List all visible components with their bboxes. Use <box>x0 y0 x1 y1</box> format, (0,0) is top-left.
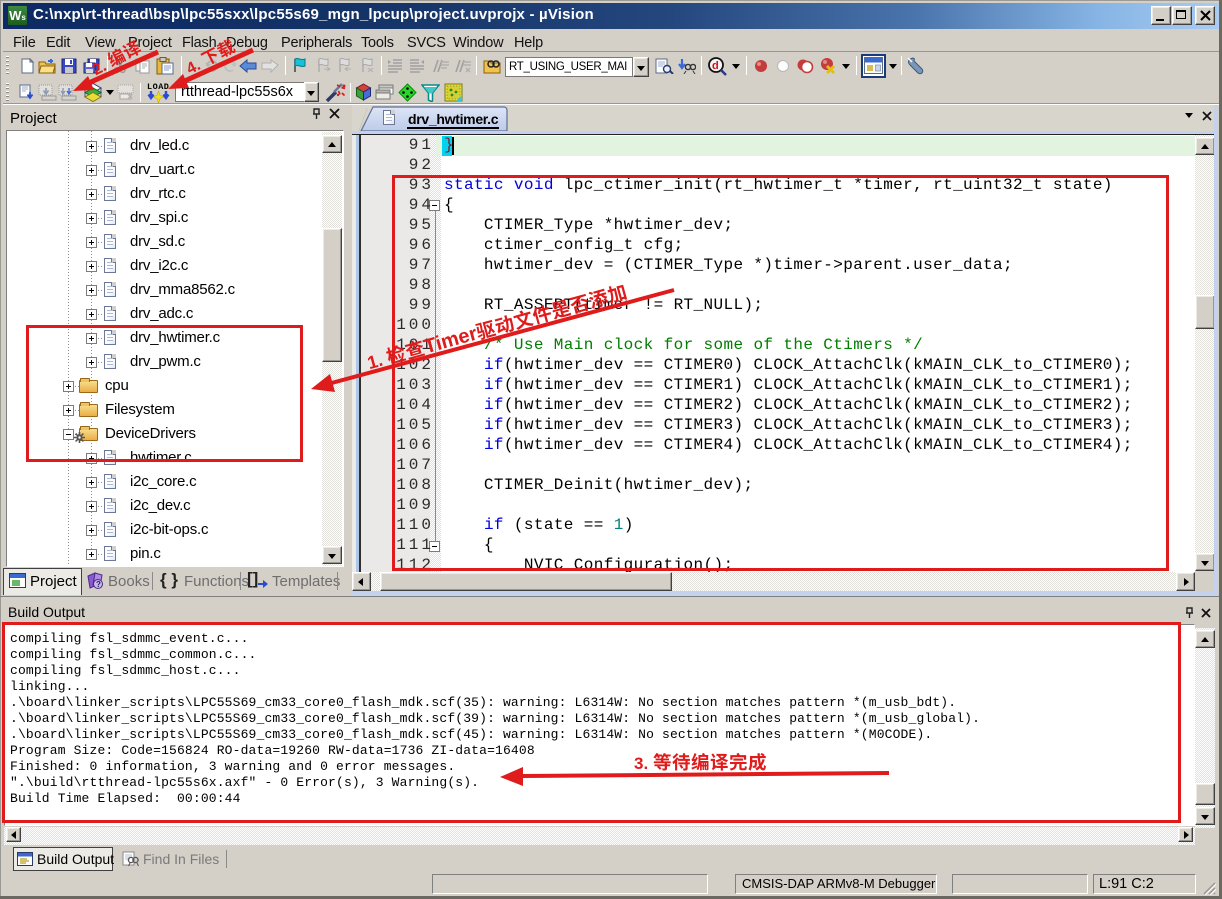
svg-text:?: ? <box>96 580 101 589</box>
svg-text:d: d <box>712 60 719 72</box>
